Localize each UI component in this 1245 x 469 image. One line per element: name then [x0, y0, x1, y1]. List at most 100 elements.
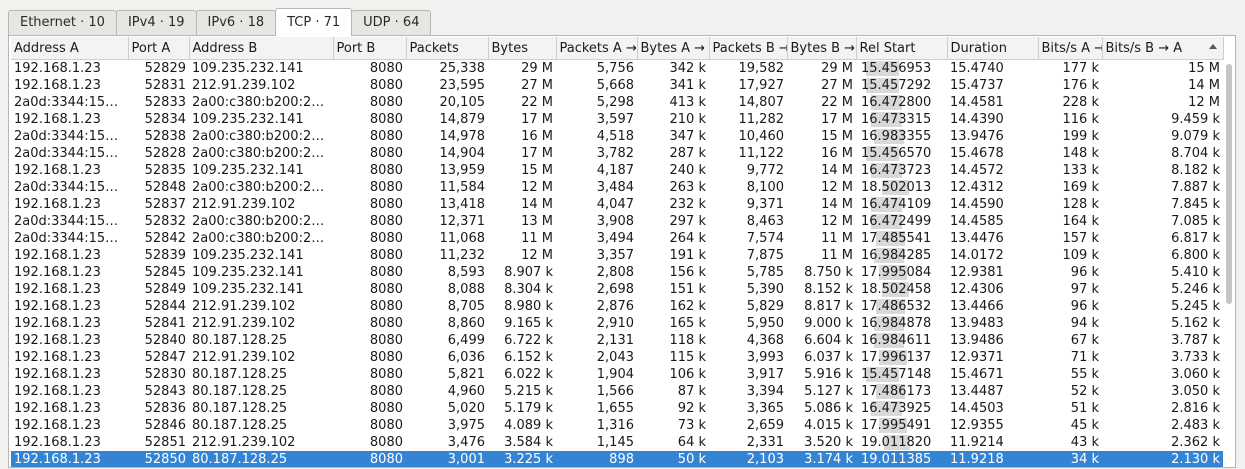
column-header-2[interactable]: Address B: [189, 37, 334, 60]
tab-udp[interactable]: UDP · 64: [351, 10, 432, 35]
cell-col-4: 5,821: [447, 367, 485, 382]
table-row[interactable]: 192.168.1.23 52851 212.91.239.102 8080 3,476…: [11, 434, 1223, 451]
table-row[interactable]: 192.168.1.23 52845 109.235.232.141 8080 8,59…: [11, 264, 1223, 281]
table-row[interactable]: 192.168.1.23 52841 212.91.239.102 8080 8,860…: [11, 315, 1223, 332]
column-header-label: Bits/s A →: [1041, 40, 1102, 56]
cell-col-9: 3.174 k: [787, 451, 856, 467]
tab-tcp[interactable]: TCP · 71: [275, 8, 353, 36]
cell-col-9: 22 M: [821, 95, 853, 110]
table-row[interactable]: 2a0d:3344:15… 52848 2a00:c380:b200:2… 8080 1…: [11, 179, 1223, 196]
cell-col-13: 6.800 k: [1171, 248, 1220, 263]
cell-col-12: 45 k: [1070, 418, 1099, 433]
vertical-scrollbar[interactable]: [1225, 60, 1233, 464]
cell-col-4: 3,001: [406, 451, 488, 467]
table-row[interactable]: 192.168.1.23 52839 109.235.232.141 8080 11,2…: [11, 247, 1223, 264]
cell-col-1: 52844: [144, 299, 186, 314]
rel-start-cell: 16.473315: [856, 111, 947, 128]
rel-start-value: 16.984878: [861, 316, 932, 331]
table-row[interactable]: 192.168.1.23 52840 80.187.128.25 8080 6,499 6…: [11, 332, 1223, 349]
table-row[interactable]: 192.168.1.23 52837 212.91.239.102 8080 13,41…: [11, 196, 1223, 213]
table-row[interactable]: 192.168.1.23 52829 109.235.232.141 8080 25,3…: [11, 60, 1223, 78]
cell-col-5: 14 M: [521, 197, 553, 212]
cell-col-6: 3,357: [596, 248, 634, 263]
cell-col-13: 5.162 k: [1171, 316, 1220, 331]
column-header-9[interactable]: Bytes B →: [787, 37, 857, 60]
cell-col-1: 52846: [144, 418, 186, 433]
table-row[interactable]: 192.168.1.23 52846 80.187.128.25 8080 3,975 4…: [11, 417, 1223, 434]
rel-start-cell: 15.457148: [856, 366, 947, 383]
cell-col-12: 52 k: [1070, 384, 1099, 399]
cell-col-7: 151 k: [669, 282, 706, 297]
cell-col-5: 12 M: [521, 248, 553, 263]
cell-col-12: 176 k: [1062, 78, 1099, 93]
table-row[interactable]: 192.168.1.23 52834 109.235.232.141 8080 14,8…: [11, 111, 1223, 128]
cell-col-0: 192.168.1.23: [11, 451, 128, 467]
cell-col-13: 8.182 k: [1171, 163, 1220, 178]
table-row[interactable]: 192.168.1.23 52843 80.187.128.25 8080 4,960 5…: [11, 383, 1223, 400]
column-header-3[interactable]: Port B: [333, 37, 407, 60]
cell-col-5: 17 M: [521, 112, 553, 127]
cell-col-2: 109.235.232.141: [192, 248, 304, 263]
column-header-6[interactable]: Packets A →: [556, 37, 638, 60]
cell-col-8: 5,785: [746, 265, 784, 280]
rel-start-cell: 17.485541: [856, 230, 947, 247]
table-row[interactable]: 192.168.1.23 52847 212.91.239.102 8080 6,036…: [11, 349, 1223, 366]
column-header-8[interactable]: Packets B →: [709, 37, 788, 60]
cell-col-8: 11,122: [738, 146, 785, 161]
tab-ipv6[interactable]: IPv6 · 18: [195, 10, 277, 35]
tcp-conversations-table: Address A Port A Address B Port B Packets Byt…: [11, 37, 1224, 467]
column-header-0[interactable]: Address A: [11, 37, 129, 60]
cell-col-8: 5,950: [746, 316, 784, 331]
cell-col-11: 13.9486: [950, 333, 1004, 348]
table-row[interactable]: 2a0d:3344:15… 52828 2a00:c380:b200:2… 8080 1…: [11, 145, 1223, 162]
cell-col-5: 6.152 k: [504, 350, 553, 365]
cell-col-2: 80.187.128.25: [192, 401, 288, 416]
cell-col-3: 8080: [369, 146, 403, 161]
cell-col-8: 9,371: [746, 197, 784, 212]
cell-col-3: 8080: [369, 282, 403, 297]
cell-col-8: 8,100: [746, 180, 784, 195]
column-header-7[interactable]: Bytes A →: [637, 37, 710, 60]
cell-col-7: 156 k: [669, 265, 706, 280]
cell-col-12: 199 k: [1062, 129, 1099, 144]
column-header-5[interactable]: Bytes: [488, 37, 557, 60]
rel-start-value: 16.474109: [861, 197, 932, 212]
rel-start-value: 18.502013: [861, 180, 932, 195]
table-row[interactable]: 192.168.1.23 52844 212.91.239.102 8080 8,705…: [11, 298, 1223, 315]
column-header-1[interactable]: Port A: [128, 37, 190, 60]
cell-col-7: 92 k: [677, 401, 706, 416]
column-header-12[interactable]: Bits/s A →: [1038, 37, 1103, 60]
table-row[interactable]: 192.168.1.23 52836 80.187.128.25 8080 5,020 5…: [11, 400, 1223, 417]
column-header-4[interactable]: Packets: [406, 37, 489, 60]
table-row[interactable]: 2a0d:3344:15… 52838 2a00:c380:b200:2… 8080 1…: [11, 128, 1223, 145]
table-row[interactable]: 2a0d:3344:15… 52833 2a00:c380:b200:2… 8080 2…: [11, 94, 1223, 111]
table-row[interactable]: 192.168.1.23 52850 80.187.128.25 8080 3,001 3…: [11, 451, 1223, 467]
table-row[interactable]: 2a0d:3344:15… 52842 2a00:c380:b200:2… 8080 1…: [11, 230, 1223, 247]
tab-bar: Ethernet · 10 IPv4 · 19 IPv6 · 18 TCP · 71 U…: [8, 8, 432, 36]
cell-col-6: 1,655: [596, 401, 634, 416]
tab-ipv4[interactable]: IPv4 · 19: [115, 10, 197, 35]
cell-col-4: 8,593: [447, 265, 485, 280]
cell-col-12: 51 k: [1070, 401, 1099, 416]
tab-ethernet[interactable]: Ethernet · 10: [8, 10, 117, 35]
cell-col-8: 3,993: [746, 350, 784, 365]
column-header-13[interactable]: Bits/s B → A: [1102, 37, 1224, 60]
cell-col-8: 7,875: [746, 248, 784, 263]
cell-col-8: 2,659: [746, 418, 784, 433]
column-header-10[interactable]: Rel Start: [856, 37, 948, 60]
rel-start-cell: 16.983355: [856, 128, 947, 145]
cell-col-12: 96 k: [1070, 299, 1099, 314]
cell-col-7: 297 k: [669, 214, 706, 229]
column-header-label: Packets B →: [712, 40, 787, 56]
cell-col-2: 2a00:c380:b200:2…: [192, 231, 325, 246]
table-row[interactable]: 192.168.1.23 52831 212.91.239.102 8080 23,59…: [11, 77, 1223, 94]
cell-col-9: 8.152 k: [804, 282, 853, 297]
table-row[interactable]: 192.168.1.23 52830 80.187.128.25 8080 5,821 6…: [11, 366, 1223, 383]
table-row[interactable]: 192.168.1.23 52849 109.235.232.141 8080 8,08…: [11, 281, 1223, 298]
cell-col-9: 5.916 k: [804, 367, 853, 382]
table-row[interactable]: 192.168.1.23 52835 109.235.232.141 8080 13,9…: [11, 162, 1223, 179]
cell-col-5: 22 M: [521, 95, 553, 110]
column-header-11[interactable]: Duration: [947, 37, 1039, 60]
table-row[interactable]: 2a0d:3344:15… 52832 2a00:c380:b200:2… 8080 1…: [11, 213, 1223, 230]
scrollbar-thumb[interactable]: [1226, 64, 1232, 304]
